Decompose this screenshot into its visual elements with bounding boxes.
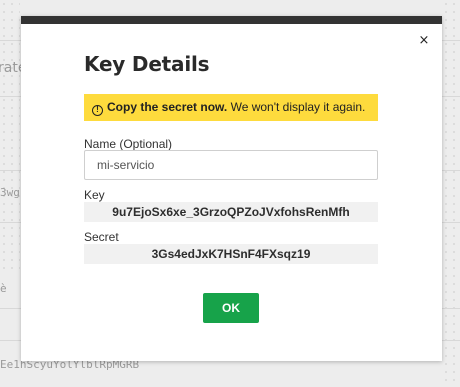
close-icon[interactable]: × bbox=[417, 34, 431, 48]
key-value: 9u7EjoSx6xe_3GrzoQPZoJVxfohsRenMfh bbox=[84, 202, 378, 222]
name-label: Name (Optional) bbox=[84, 137, 173, 151]
alert-strong-text: Copy the secret now. bbox=[107, 100, 228, 114]
modal-title: Key Details bbox=[84, 52, 210, 76]
info-icon: ! bbox=[92, 105, 103, 116]
key-details-modal: × Key Details ! Copy the secret now. We w… bbox=[21, 16, 442, 361]
secret-label: Secret bbox=[84, 230, 119, 244]
background-text: è bbox=[0, 282, 7, 295]
secret-value: 3Gs4edJxK7HSnF4FXsqz19 bbox=[84, 244, 378, 264]
modal-top-bar bbox=[21, 16, 442, 24]
alert-text: We won't display it again. bbox=[227, 100, 366, 114]
background-texture-right bbox=[442, 0, 460, 387]
name-input[interactable] bbox=[84, 150, 378, 180]
ok-button[interactable]: OK bbox=[203, 293, 259, 323]
copy-secret-alert: ! Copy the secret now. We won't display i… bbox=[84, 94, 378, 121]
key-label: Key bbox=[84, 188, 105, 202]
background-text: 3wg bbox=[0, 186, 20, 199]
